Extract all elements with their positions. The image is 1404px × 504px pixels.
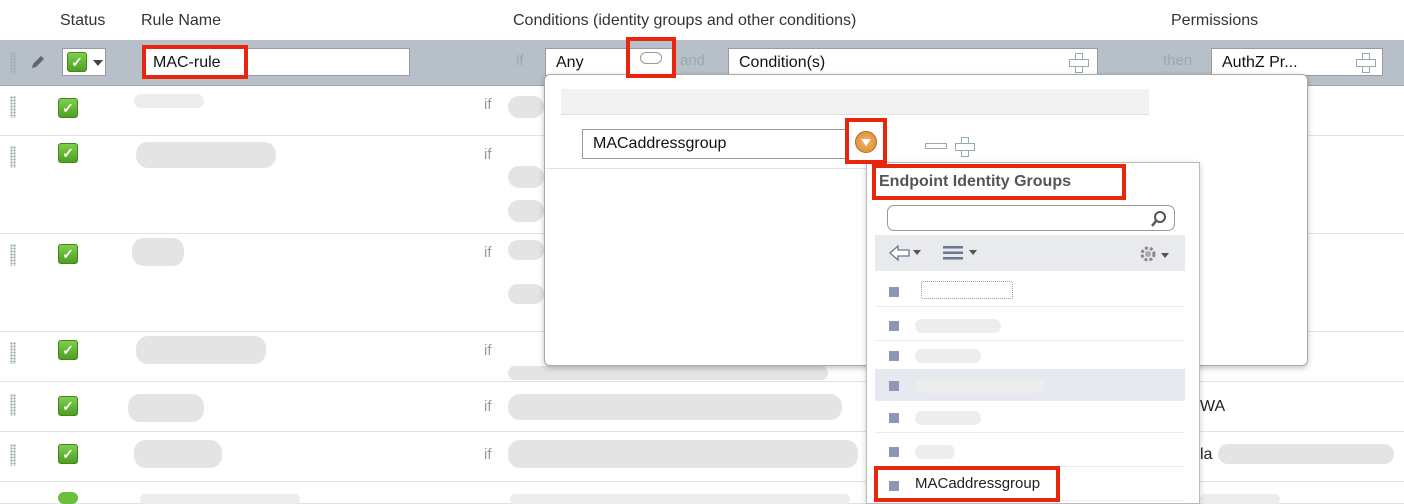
rule-name-column-header[interactable]: Rule Name	[141, 12, 221, 30]
status-select[interactable]: ✓	[62, 48, 106, 76]
group-icon	[889, 321, 899, 331]
list-view-icon[interactable]	[943, 245, 965, 261]
condition-redacted	[508, 166, 544, 188]
panel-toolbar	[875, 235, 1185, 271]
condition-redacted	[508, 240, 544, 260]
if-keyword: if	[484, 146, 492, 163]
conditions-column-header[interactable]: Conditions (identity groups and other co…	[513, 12, 856, 30]
rule-name-redacted	[136, 336, 266, 364]
conditions-field[interactable]: Condition(s)	[728, 48, 1098, 76]
drag-handle-icon[interactable]	[10, 394, 16, 416]
highlight-dropdown-button	[845, 118, 887, 164]
status-enabled-icon[interactable]: ✓	[58, 98, 78, 118]
identity-group-item[interactable]	[875, 275, 1185, 307]
identity-group-item[interactable]	[875, 435, 1185, 467]
group-icon	[889, 287, 899, 297]
pencil-icon[interactable]	[30, 54, 46, 70]
condition-redacted	[508, 440, 858, 468]
popup-header-bar	[561, 89, 1149, 115]
back-arrow-icon[interactable]	[889, 245, 911, 261]
status-enabled-icon[interactable]: ✓	[58, 340, 78, 360]
rule-name-redacted	[134, 94, 204, 108]
rule-name-redacted	[134, 440, 222, 468]
chevron-down-icon[interactable]	[969, 250, 977, 255]
group-name-redacted	[915, 319, 1001, 333]
search-icon[interactable]	[1150, 210, 1168, 228]
permission-redacted	[1218, 444, 1394, 464]
rule-name-redacted	[140, 494, 300, 504]
and-keyword: and	[680, 52, 706, 69]
if-keyword: if	[484, 398, 492, 415]
permission-text: la	[1200, 446, 1213, 463]
drag-handle-icon[interactable]	[10, 96, 16, 118]
group-name-redacted	[915, 411, 981, 425]
highlight-panel-title	[872, 164, 1126, 200]
status-enabled-icon[interactable]: ✓	[58, 143, 78, 163]
if-keyword: if	[484, 446, 492, 463]
drag-handle-icon[interactable]	[10, 244, 16, 266]
group-icon	[889, 447, 899, 457]
permission-text: WA	[1200, 398, 1226, 415]
permission-redacted	[1200, 494, 1280, 504]
endpoint-identity-groups-panel: Endpoint Identity Groups MACaddressgroup	[866, 162, 1200, 504]
group-icon	[889, 413, 899, 423]
status-column-header[interactable]: Status	[60, 12, 105, 30]
chevron-down-icon	[93, 60, 103, 66]
identity-group-item[interactable]	[875, 369, 1185, 401]
highlight-rule-name	[142, 45, 248, 79]
rule-name-redacted	[136, 142, 276, 168]
group-name-redacted	[921, 281, 1013, 299]
identity-group-item[interactable]	[875, 401, 1185, 433]
plus-icon[interactable]	[1069, 53, 1089, 73]
drag-handle-icon[interactable]	[10, 444, 16, 466]
minus-icon[interactable]	[925, 143, 947, 149]
drag-handle-icon[interactable]	[10, 52, 16, 74]
rule-name-redacted	[132, 238, 184, 266]
status-enabled-icon[interactable]: ✓	[58, 244, 78, 264]
identity-group-item[interactable]	[875, 339, 1185, 371]
status-enabled-icon: ✓	[67, 52, 87, 72]
group-icon	[889, 351, 899, 361]
condition-redacted	[508, 200, 544, 222]
permissions-field[interactable]: AuthZ Pr...	[1211, 48, 1383, 76]
condition-redacted	[508, 284, 544, 304]
drag-handle-icon[interactable]	[10, 342, 16, 364]
table-header: Status Rule Name Conditions (identity gr…	[0, 0, 1404, 40]
plus-icon[interactable]	[955, 137, 975, 157]
highlight-selected-group	[874, 466, 1060, 502]
plus-icon[interactable]	[1356, 53, 1376, 73]
group-name-redacted	[915, 445, 955, 459]
group-search-input[interactable]	[887, 205, 1175, 231]
if-keyword: if	[516, 52, 524, 69]
group-icon	[889, 381, 899, 391]
group-name-redacted	[915, 349, 981, 363]
status-enabled-icon[interactable]: ✓	[58, 396, 78, 416]
status-enabled-icon[interactable]	[58, 492, 78, 504]
group-select-input[interactable]: MACaddressgroup	[582, 129, 846, 159]
if-keyword: if	[484, 244, 492, 261]
highlight-minus-button	[626, 37, 676, 78]
drag-handle-icon[interactable]	[10, 146, 16, 168]
if-keyword: if	[484, 342, 492, 359]
then-keyword: then	[1163, 52, 1193, 69]
condition-redacted	[508, 96, 544, 118]
group-name-redacted	[915, 379, 1045, 393]
chevron-down-icon[interactable]	[1161, 253, 1169, 258]
if-keyword: if	[484, 96, 492, 113]
condition-redacted	[510, 494, 850, 504]
condition-redacted	[508, 394, 842, 420]
permissions-column-header[interactable]: Permissions	[1171, 12, 1258, 30]
rule-name-redacted	[128, 394, 204, 422]
status-enabled-icon[interactable]: ✓	[58, 444, 78, 464]
gear-icon[interactable]	[1137, 243, 1159, 265]
condition-redacted	[508, 366, 828, 380]
chevron-down-icon[interactable]	[913, 250, 921, 255]
identity-group-item[interactable]	[875, 309, 1185, 341]
